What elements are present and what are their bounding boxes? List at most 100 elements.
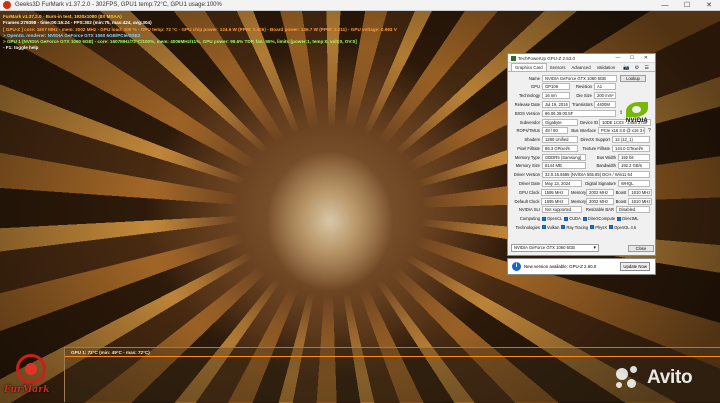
update-notification: i New version available: GPU-Z 2.60.0 Up…: [507, 258, 656, 275]
value-driver-date: May 13, 2024: [542, 179, 582, 187]
label-diesize: Die Size: [576, 93, 592, 99]
label-memory-type: Memory Type: [514, 154, 540, 160]
bus-help-button[interactable]: ?: [648, 128, 651, 134]
tab-sensors[interactable]: Sensors: [547, 64, 569, 71]
row-sli: NVIDIA SLI Not supported Resizable BAR D…: [511, 206, 652, 214]
directml-label: DirectML: [622, 216, 639, 222]
check-opengl: OpenGL 4.6: [609, 225, 636, 230]
value-sli: Not supported: [542, 206, 582, 214]
value-memory-size: 6144 MB: [542, 162, 586, 170]
update-now-button[interactable]: Update Now: [620, 262, 650, 271]
check-vulkan: Vulkan: [542, 225, 559, 230]
row-gpu-clock: GPU Clock 1595 MHz Memory 2002 MHz Boost…: [511, 188, 652, 196]
label-device-id: Device ID: [580, 119, 599, 125]
value-memory-clock: 2002 MHz: [586, 188, 614, 196]
check-raytracing: Ray Tracing: [561, 225, 588, 230]
toolbar-icons[interactable]: 📷 ⚙ ☰: [623, 65, 655, 71]
row-technologies: Technologies Vulkan Ray Tracing PhysX Op…: [511, 223, 652, 231]
gpuz-title: TechPowerUp GPU-Z 2.53.0: [518, 55, 576, 61]
temperature-line: [65, 356, 720, 357]
label-resizable-bar: Resizable BAR: [585, 207, 614, 213]
value-technology: 16 nm: [542, 92, 570, 100]
window-title: Geeks3D FurMark v1.37.2.0 - 302FPS, GPU1…: [15, 2, 222, 8]
furmark-logo: FurMark: [2, 354, 62, 400]
value-revision: A1: [594, 83, 616, 91]
value-gpu: GP106: [542, 83, 570, 91]
lookup-button[interactable]: Lookup: [620, 74, 646, 82]
tab-graphics-card[interactable]: Graphics Card: [511, 63, 547, 71]
row-memory-size: Memory Size 6144 MB Bandwidth 192.2 GB/s: [511, 162, 652, 170]
physx-label: PhysX: [595, 224, 608, 230]
label-revision: Revision: [575, 84, 592, 90]
label-subvendor: Subvendor: [519, 119, 540, 125]
label-release-date: Release Date: [514, 101, 540, 107]
opengl-label: OpenGL 4.6: [614, 224, 637, 230]
gpuz-window-controls[interactable]: — ☐ ✕: [616, 55, 655, 61]
label-boost: Boost: [615, 189, 627, 195]
label-driver-version: Driver Version: [513, 172, 540, 178]
value-gpu-clock: 1595 MHz: [541, 188, 569, 196]
label-gpu-clock: GPU Clock: [518, 189, 540, 195]
label-memory-size: Memory Size: [515, 163, 540, 169]
gpu-select-dropdown[interactable]: NVIDIA GeForce GTX 1060 6GB: [511, 244, 599, 252]
furmark-logo-text: FurMark: [4, 385, 50, 395]
nvidia-logo: NVIDIA: [623, 100, 651, 128]
row-technology: Technology 16 nm Die Size 200 mm²: [511, 92, 652, 100]
furmark-ring-icon: [16, 354, 46, 384]
value-texture-fillrate: 144.0 GTexel/s: [612, 144, 650, 152]
checkbox-physx: [590, 225, 595, 230]
screen: Geeks3D FurMark v1.37.2.0 - 302FPS, GPU1…: [0, 0, 720, 403]
value-transistors: 4400M: [594, 100, 616, 108]
minimize-button[interactable]: —: [654, 0, 676, 11]
label-gpu: GPU: [530, 84, 540, 90]
label-default-boost: Boost: [615, 198, 627, 204]
close-window-button[interactable]: ✕: [698, 0, 720, 11]
value-pixel-fillrate: 86.3 GPixel/s: [542, 144, 578, 152]
row-driver-version: Driver Version 32.0.15.5585 (NVIDIA 555.…: [511, 171, 652, 179]
gpuz-window: TechPowerUp GPU-Z 2.53.0 — ☐ ✕ Graphics …: [507, 53, 656, 256]
value-default-memory: 2002 MHz: [586, 197, 614, 205]
row-fillrate: Pixel Fillrate 86.3 GPixel/s Texture Fil…: [511, 144, 652, 152]
check-directcompute: DirectCompute: [582, 216, 616, 222]
label-transistors: Transistors: [572, 101, 593, 107]
value-bios: 86.06.39.00.5F: [542, 109, 616, 117]
checkbox-directcompute: [582, 216, 587, 221]
tab-advanced[interactable]: Advanced: [568, 64, 593, 71]
value-diesize: 200 mm²: [594, 92, 616, 100]
row-name: Name NVIDIA GeForce GTX 1060 6GB Lookup: [511, 74, 652, 82]
update-message: New version available: GPU-Z 2.60.0: [524, 264, 597, 269]
checkbox-opencl: [542, 216, 546, 221]
directcompute-label: DirectCompute: [587, 216, 616, 222]
checkbox-vulkan: [542, 225, 546, 230]
check-physx: PhysX: [590, 225, 607, 230]
value-bus-interface: PCIe x16 3.0 @ x16 3.0: [598, 127, 645, 135]
opencl-label: OpenCL: [547, 216, 563, 222]
label-technologies: Technologies: [515, 224, 540, 230]
row-memory-type: Memory Type GDDR5 (Samsung) Bus Width 19…: [511, 153, 652, 161]
vulkan-label: Vulkan: [547, 224, 560, 230]
checkbox-cuda: [564, 216, 569, 221]
row-computing: Computing OpenCL CUDA DirectCompute Dire…: [511, 215, 652, 223]
label-rops: ROPs/TMUs: [516, 128, 541, 134]
maximize-button[interactable]: ☐: [676, 0, 698, 11]
value-shaders: 1280 Unified: [542, 136, 578, 144]
value-directx: 12 (12_1): [612, 136, 650, 144]
label-bus-interface: Bus Interface: [571, 128, 596, 134]
label-memory-clock: Memory: [571, 189, 587, 195]
checkbox-raytracing: [561, 225, 566, 230]
value-default-clock: 1595 MHz: [541, 197, 569, 205]
avito-watermark-text: Avito: [647, 367, 693, 388]
value-name: NVIDIA GeForce GTX 1060 6GB: [542, 74, 617, 82]
gpuz-tabs: Graphics Card Sensors Advanced Validatio…: [508, 63, 655, 72]
avito-watermark: Avito: [614, 366, 693, 390]
value-default-boost: 1810 MHz: [628, 197, 652, 205]
gpuz-close-button[interactable]: Close: [628, 244, 654, 252]
tab-validation[interactable]: Validation: [594, 64, 619, 71]
nvidia-logo-text: NVIDIA: [625, 118, 649, 124]
check-opencl: OpenCL: [542, 216, 562, 221]
label-texture-fillrate: Texture Fillrate: [582, 145, 610, 151]
label-bios: BIOS Version: [514, 110, 540, 116]
gpuz-titlebar: TechPowerUp GPU-Z 2.53.0 — ☐ ✕: [508, 54, 655, 63]
value-bandwidth: 192.2 GB/s: [618, 162, 650, 170]
furmark-app-icon: [3, 1, 11, 9]
